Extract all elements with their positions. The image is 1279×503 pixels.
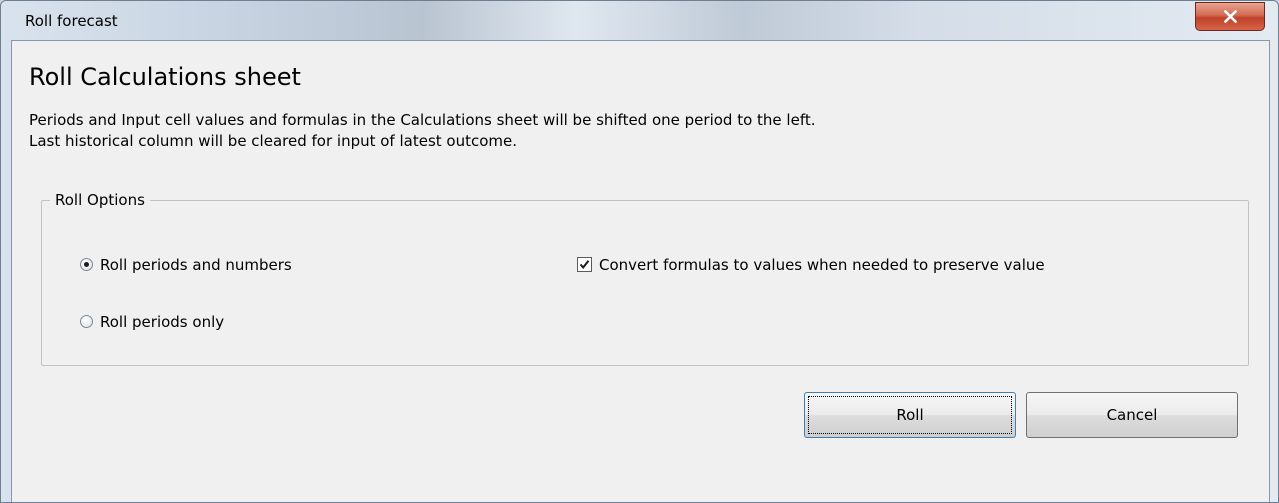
cancel-button-label: Cancel xyxy=(1106,406,1158,424)
title-bar[interactable]: Roll forecast xyxy=(1,1,1278,40)
window-title: Roll forecast xyxy=(25,12,118,30)
checkmark-icon xyxy=(579,260,590,270)
roll-button-label: Roll xyxy=(896,406,924,424)
close-icon xyxy=(1224,10,1237,23)
roll-options-legend: Roll Options xyxy=(50,191,150,209)
dialog-content: Roll Calculations sheet Periods and Inpu… xyxy=(11,40,1270,502)
close-button[interactable] xyxy=(1195,2,1265,31)
radio-button[interactable] xyxy=(80,315,93,328)
roll-button[interactable]: Roll xyxy=(804,392,1016,438)
radio-dot xyxy=(84,262,89,267)
description-line-1: Periods and Input cell values and formul… xyxy=(29,111,816,129)
radio-button-selected[interactable] xyxy=(80,258,93,271)
radio-label: Roll periods only xyxy=(100,313,225,331)
radio-label: Roll periods and numbers xyxy=(100,256,292,274)
dialog-heading: Roll Calculations sheet xyxy=(29,63,301,91)
checkbox[interactable] xyxy=(577,257,592,272)
dialog-window: Roll forecast Roll Calculations sheet Pe… xyxy=(0,0,1279,503)
cancel-button[interactable]: Cancel xyxy=(1026,392,1238,438)
checkbox-label: Convert formulas to values when needed t… xyxy=(599,256,1045,274)
roll-options-group xyxy=(41,200,1249,366)
description-line-2: Last historical column will be cleared f… xyxy=(29,132,518,150)
